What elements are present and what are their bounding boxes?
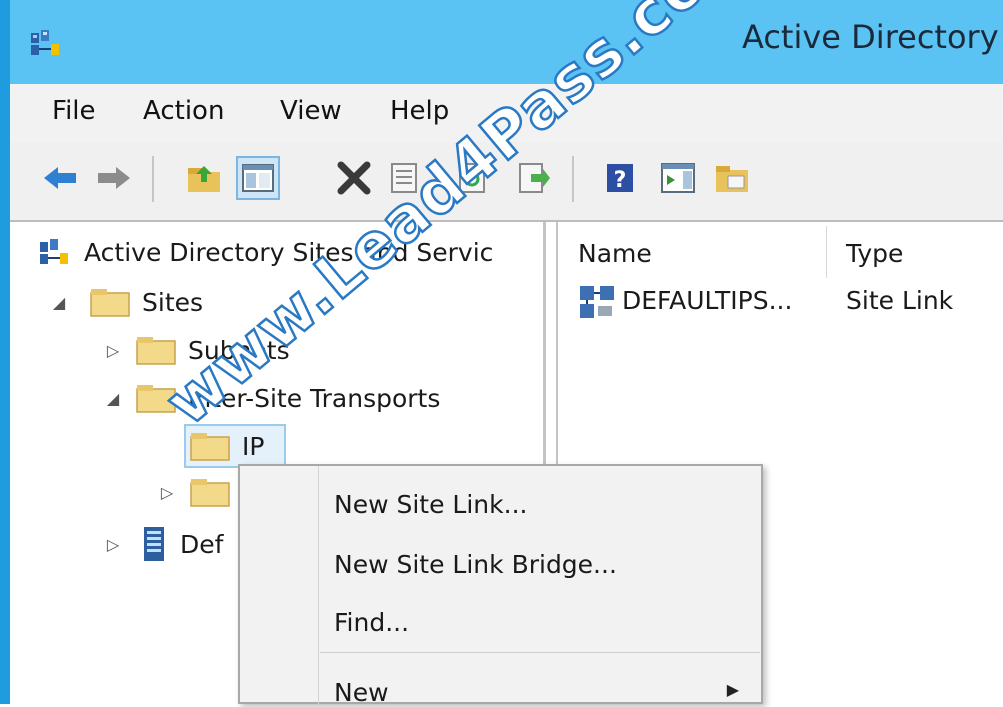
server-icon — [142, 526, 168, 562]
forward-arrow-icon[interactable] — [92, 156, 136, 200]
menu-item-find[interactable]: Find... — [334, 608, 409, 637]
ad-sites-app-icon — [38, 239, 70, 265]
menu-item-new-site-link[interactable]: New Site Link... — [334, 490, 527, 519]
folder-icon — [90, 287, 130, 317]
tree-item-root[interactable]: Active Directory Sites and Servic — [38, 230, 493, 274]
menu-file[interactable]: File — [52, 96, 96, 126]
refresh-icon[interactable] — [450, 156, 494, 200]
context-menu: New Site Link... New Site Link Bridge...… — [238, 464, 763, 707]
svg-text:?: ? — [614, 168, 627, 193]
menu-action[interactable]: Action — [143, 96, 224, 126]
delete-icon[interactable] — [332, 156, 376, 200]
up-folder-icon[interactable] — [182, 156, 226, 200]
tree-item-label: Sites — [142, 287, 204, 317]
menu-bar: File Action View Help — [10, 84, 1003, 142]
window-frame — [0, 0, 10, 704]
cell-type: Site Link — [846, 286, 954, 315]
menu-separator — [320, 652, 760, 653]
collapsed-arrow-icon[interactable]: ▷ — [104, 535, 122, 554]
folder-icon — [190, 431, 230, 461]
column-header-type[interactable]: Type — [846, 230, 903, 276]
title-bar[interactable]: Active Directory — [10, 0, 1003, 84]
toolbar: ? — [10, 142, 1003, 222]
folder-icon — [136, 335, 176, 365]
ad-sites-app-icon — [30, 30, 60, 56]
properties-icon[interactable] — [382, 156, 426, 200]
window-title: Active Directory — [742, 18, 999, 56]
folder-icon[interactable] — [710, 156, 754, 200]
column-divider[interactable] — [826, 226, 827, 278]
tree-item-label: Def — [180, 529, 224, 559]
show-hide-console-tree-icon[interactable] — [236, 156, 280, 200]
cell-name: DEFAULTIPS... — [622, 286, 793, 315]
tree-item-label: Inter-Site Transports — [188, 383, 441, 413]
site-link-icon — [578, 284, 618, 324]
tree-item-smtp[interactable]: ▷ — [158, 470, 242, 514]
export-list-icon[interactable] — [512, 156, 556, 200]
expanded-arrow-icon[interactable]: ◢ — [104, 389, 122, 408]
tree-item-sites[interactable]: ◢ Sites — [50, 280, 203, 324]
folder-icon — [190, 477, 230, 507]
column-header-name[interactable]: Name — [578, 230, 652, 276]
list-item[interactable]: DEFAULTIPS... Site Link — [574, 282, 994, 322]
submenu-arrow-icon: ▶ — [726, 680, 739, 699]
menu-gutter — [318, 466, 319, 704]
tree-item-label: IP — [242, 431, 265, 461]
menu-item-new-site-link-bridge[interactable]: New Site Link Bridge... — [334, 550, 617, 579]
menu-view[interactable]: View — [280, 96, 342, 126]
tree-item-ip[interactable]: IP — [190, 424, 264, 468]
collapsed-arrow-icon[interactable]: ▷ — [158, 483, 176, 502]
folder-icon — [136, 383, 176, 413]
tree-item-label: Subnets — [188, 335, 290, 365]
menu-help[interactable]: Help — [390, 96, 449, 126]
tree-item-subnets[interactable]: ▷ Subnets — [104, 328, 290, 372]
help-icon[interactable]: ? — [598, 156, 642, 200]
tree-item-inter-site-transports[interactable]: ◢ Inter-Site Transports — [104, 376, 440, 420]
menu-item-new[interactable]: New — [334, 678, 389, 707]
collapsed-arrow-icon[interactable]: ▷ — [104, 341, 122, 360]
expanded-arrow-icon[interactable]: ◢ — [50, 293, 68, 312]
back-arrow-icon[interactable] — [38, 156, 82, 200]
toolbar-separator — [572, 156, 574, 202]
tree-item-label: Active Directory Sites and Servic — [84, 237, 494, 267]
tree-item-default[interactable]: ▷ Def — [104, 522, 223, 566]
action-pane-icon[interactable] — [656, 156, 700, 200]
toolbar-separator — [152, 156, 154, 202]
